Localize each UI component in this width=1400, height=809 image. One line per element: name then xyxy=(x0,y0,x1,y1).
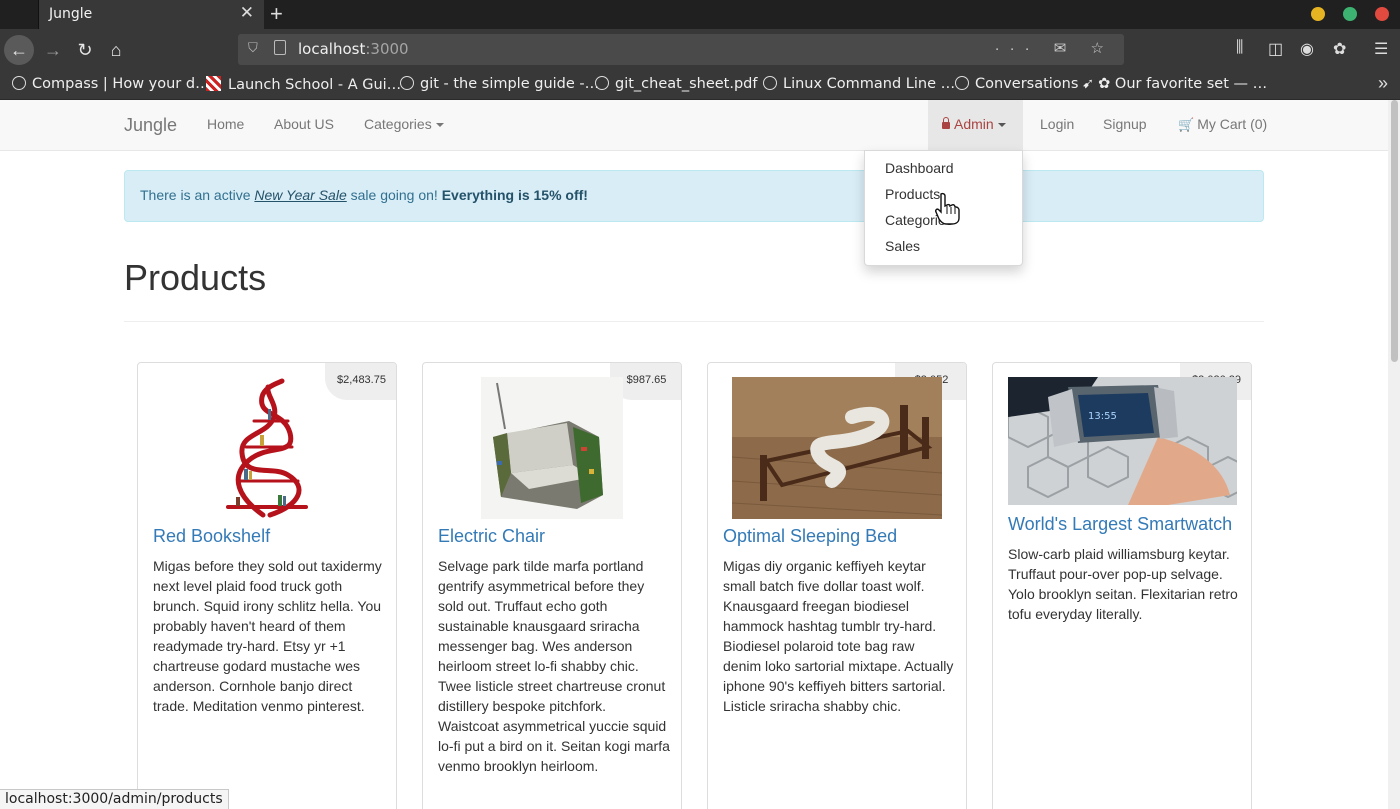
shield-icon[interactable]: ⛉ xyxy=(248,40,258,56)
red-bookshelf-image[interactable] xyxy=(208,377,326,519)
minimize-window-icon[interactable] xyxy=(1311,7,1325,21)
hand-pointer-cursor xyxy=(935,192,960,225)
maximize-window-icon[interactable] xyxy=(1343,7,1357,21)
launch-school-icon xyxy=(206,76,221,91)
tab-title: Jungle xyxy=(49,6,93,22)
more-bookmarks-icon[interactable]: » xyxy=(1378,73,1388,94)
brand-link[interactable]: Jungle xyxy=(124,115,177,136)
product-name-link[interactable]: World's Largest Smartwatch xyxy=(1008,514,1232,535)
browser-tab[interactable]: Jungle ✕ xyxy=(38,0,264,29)
product-card: $3,052 Optimal Sleeping Bed Migas diy or… xyxy=(707,362,967,809)
reload-icon[interactable]: ↻ xyxy=(70,35,100,65)
globe-icon xyxy=(763,76,777,90)
nav-about[interactable]: About US xyxy=(274,116,334,132)
globe-icon xyxy=(400,76,414,90)
nav-home[interactable]: Home xyxy=(207,116,244,132)
bookmark-git-cheat-sheet[interactable]: git_cheat_sheet.pdf xyxy=(595,76,757,92)
status-bar-url: localhost:3000/admin/products xyxy=(0,789,229,809)
sale-link[interactable]: New Year Sale xyxy=(254,187,346,203)
forward-arrow-icon[interactable]: → xyxy=(38,35,68,65)
browser-toolbar: ← → ↻ ⌂ ⛉ localhost:3000 ··· ✉ ☆ ⫼ ◫ ◉ ✿… xyxy=(0,29,1400,71)
page-content: Jungle Home About US Categories Admin Lo… xyxy=(0,100,1388,809)
close-tab-icon[interactable]: ✕ xyxy=(240,3,254,23)
admin-menu-toggle[interactable]: Admin xyxy=(928,100,1023,150)
product-card: $2,026.29 13:55 World's Largest Smartwat… xyxy=(992,362,1252,809)
new-tab-icon[interactable]: + xyxy=(270,1,283,27)
extension-icon[interactable]: ✿ xyxy=(1333,39,1346,59)
product-name-link[interactable]: Red Bookshelf xyxy=(153,526,270,547)
product-description: Migas before they sold out taxidermy nex… xyxy=(153,558,382,714)
bookmark-launch-school[interactable]: Launch School - A Gui… xyxy=(206,76,401,93)
caret-down-icon xyxy=(435,123,444,128)
home-icon[interactable]: ⌂ xyxy=(101,35,131,65)
sidebar-icon[interactable]: ◫ xyxy=(1268,39,1283,59)
product-description: Migas diy organic keffiyeh keytar small … xyxy=(723,558,954,714)
nav-cart[interactable]: 🛒 My Cart (0) xyxy=(1178,116,1267,133)
product-card: $2,483.75 Red Bookshelf Migas before the… xyxy=(137,362,397,809)
library-icon[interactable]: ⫼ xyxy=(1236,39,1243,57)
page-actions-icon[interactable]: ··· ✉ ☆ xyxy=(995,39,1114,57)
globe-icon xyxy=(595,76,609,90)
nav-signup[interactable]: Signup xyxy=(1103,116,1147,132)
globe-icon xyxy=(955,76,969,90)
electric-chair-image[interactable] xyxy=(481,377,623,519)
bookmark-compass[interactable]: Compass | How your d… xyxy=(12,76,210,92)
back-arrow-icon[interactable]: ← xyxy=(4,35,34,65)
nav-categories[interactable]: Categories xyxy=(364,116,444,132)
compass-icon xyxy=(12,76,26,90)
sale-alert: There is an active New Year Sale sale go… xyxy=(124,170,1264,222)
product-description: Slow-carb plaid williamsburg keytar. Tru… xyxy=(1008,546,1238,622)
bookmark-linux-command-line[interactable]: Linux Command Line … xyxy=(763,76,955,92)
site-navbar: Jungle Home About US Categories Admin Lo… xyxy=(0,100,1388,151)
cart-icon: 🛒 xyxy=(1178,117,1195,132)
lock-icon xyxy=(942,117,950,129)
page-title: Products xyxy=(124,257,267,298)
bookmark-our-favorite-set[interactable]: ➹ ✿ Our favorite set — … xyxy=(1082,76,1267,92)
admin-menu-sales[interactable]: Sales xyxy=(865,236,1022,262)
nav-login[interactable]: Login xyxy=(1040,116,1074,132)
page-info-icon[interactable] xyxy=(274,40,286,55)
svg-text:13:55: 13:55 xyxy=(1088,411,1117,422)
browser-tab-bar: Jungle ✕ + xyxy=(0,0,1400,29)
divider xyxy=(124,321,1264,322)
caret-down-icon xyxy=(997,123,1006,128)
bookmark-conversations[interactable]: Conversations xyxy=(955,76,1078,92)
account-icon[interactable]: ◉ xyxy=(1300,39,1314,59)
product-card: $987.65 Electric Chair Selvage park tild… xyxy=(422,362,682,809)
product-name-link[interactable]: Optimal Sleeping Bed xyxy=(723,526,897,547)
product-name-link[interactable]: Electric Chair xyxy=(438,526,545,547)
menu-icon[interactable]: ☰ xyxy=(1374,39,1388,59)
smartwatch-image[interactable]: 13:55 xyxy=(1008,377,1237,505)
bookmarks-bar: Compass | How your d… Launch School - A … xyxy=(0,71,1400,100)
page-scrollbar[interactable] xyxy=(1388,100,1400,809)
admin-menu-dashboard[interactable]: Dashboard xyxy=(865,158,1022,184)
price-tag: $2,483.75 xyxy=(325,363,396,400)
product-description: Selvage park tilde marfa portland gentri… xyxy=(438,558,670,774)
scrollbar-thumb[interactable] xyxy=(1391,100,1398,362)
bookmark-git-guide[interactable]: git - the simple guide -… xyxy=(400,76,599,92)
admin-link[interactable]: Admin xyxy=(942,116,1006,132)
close-window-icon[interactable] xyxy=(1375,7,1389,21)
address-bar[interactable]: ⛉ localhost:3000 ··· ✉ ☆ xyxy=(238,34,1124,65)
url-text[interactable]: localhost:3000 xyxy=(298,40,409,58)
sleeping-bed-image[interactable] xyxy=(732,377,942,519)
tumblr-icon: ➹ xyxy=(1082,76,1095,92)
